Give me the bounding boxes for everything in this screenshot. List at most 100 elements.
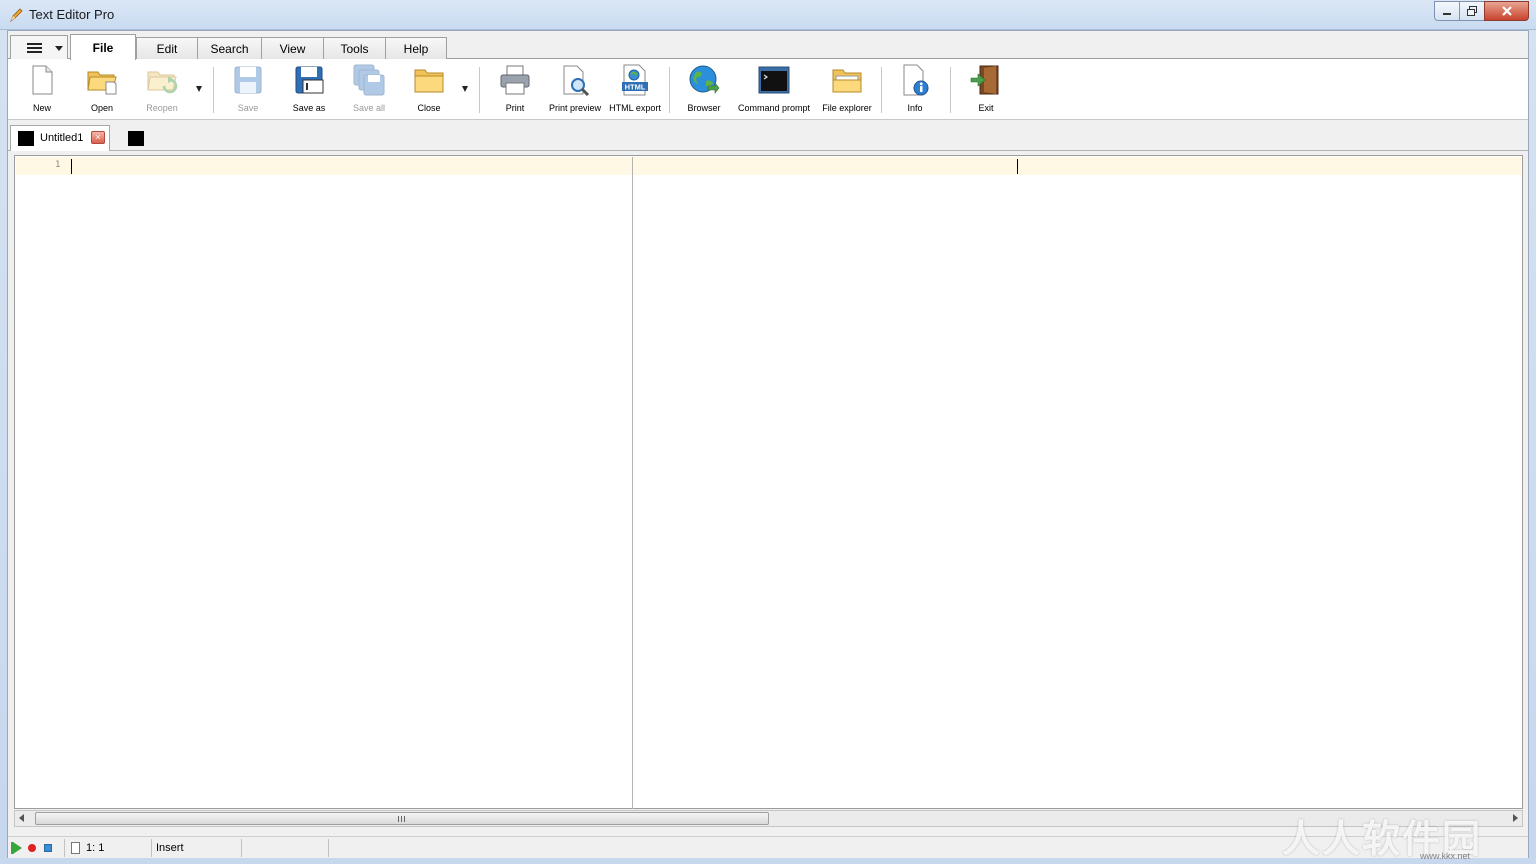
save-button[interactable]: Save (228, 64, 268, 118)
new-label: New (32, 103, 51, 113)
save-as-icon (295, 66, 324, 94)
print-preview-button[interactable]: Print preview (548, 64, 602, 118)
html-export-icon: HTML (622, 64, 648, 96)
exit-label: Exit (978, 103, 994, 113)
record-macro-icon[interactable] (28, 844, 36, 852)
save-all-icon (353, 64, 385, 96)
close-label: Close (417, 103, 441, 113)
maximize-button[interactable] (1459, 1, 1485, 21)
insert-mode[interactable]: Insert (156, 842, 184, 854)
restore-icon (1466, 6, 1477, 16)
stop-macro-icon[interactable] (44, 844, 52, 852)
minimize-icon (1443, 13, 1451, 15)
ribbon-toolbar: New Open Reopen Save Save as Save all Cl… (8, 59, 1528, 120)
tab-file[interactable]: File (70, 34, 136, 60)
file-explorer-label: File explorer (822, 103, 872, 113)
html-export-label: HTML export (609, 103, 661, 113)
status-separator (241, 839, 242, 857)
close-folder-icon (414, 69, 444, 93)
floppy-disk-icon (234, 66, 262, 94)
close-dropdown-arrow-icon[interactable] (462, 86, 468, 92)
terminal-icon (758, 66, 790, 94)
new-button[interactable]: New (22, 64, 62, 118)
toolbar-separator (881, 67, 882, 113)
save-all-label: Save all (352, 103, 386, 113)
tab-view[interactable]: View (261, 37, 324, 59)
scroll-left-icon[interactable] (19, 814, 24, 822)
document-icon (71, 842, 80, 854)
scrollbar-thumb[interactable] (35, 812, 769, 825)
main-window: File Edit Search View Tools Help New Ope… (7, 30, 1529, 858)
status-separator (64, 839, 65, 857)
new-file-icon (32, 65, 53, 95)
current-line-highlight (16, 157, 1521, 175)
save-as-label: Save as (292, 103, 326, 113)
command-prompt-label: Command prompt (737, 103, 811, 113)
line-number: 1 (55, 160, 61, 170)
file-explorer-folder-icon (832, 69, 862, 93)
reopen-folder-icon (147, 71, 178, 94)
save-label: Save (237, 103, 259, 113)
window-title: Text Editor Pro (29, 7, 115, 22)
open-label: Open (90, 103, 114, 113)
hamburger-icon (27, 43, 42, 53)
globe-icon (689, 65, 720, 94)
status-separator (151, 839, 152, 857)
split-view-divider[interactable] (632, 157, 633, 809)
print-preview-label: Print preview (548, 103, 602, 113)
title-bar: Text Editor Pro (0, 0, 1536, 30)
tab-search[interactable]: Search (197, 37, 262, 59)
ribbon-tab-row: File Edit Search View Tools Help (8, 31, 1528, 60)
document-tab-untitled1[interactable]: Untitled1 × (10, 125, 110, 151)
html-export-button[interactable]: HTML HTML export (608, 64, 662, 118)
minimize-button[interactable] (1434, 1, 1460, 21)
close-window-button[interactable] (1484, 1, 1529, 21)
reopen-button[interactable]: Reopen (142, 64, 182, 118)
cursor-position: 1: 1 (86, 842, 105, 854)
open-button[interactable]: Open (82, 64, 122, 118)
reopen-dropdown-arrow-icon[interactable] (196, 86, 202, 92)
info-icon (903, 64, 929, 96)
print-button[interactable]: Print (495, 64, 535, 118)
watermark-url: www.kkx.net (1420, 851, 1471, 861)
toolbar-separator (950, 67, 951, 113)
print-label: Print (505, 103, 525, 113)
tab-tools[interactable]: Tools (323, 37, 386, 59)
tab-edit[interactable]: Edit (136, 37, 198, 59)
text-cursor (71, 159, 72, 174)
save-all-button[interactable]: Save all (349, 64, 389, 118)
open-folder-icon (87, 71, 117, 95)
exit-button[interactable]: Exit (966, 64, 1006, 118)
grip-icon (398, 816, 405, 822)
play-macro-icon[interactable] (13, 842, 22, 854)
window-controls (1434, 1, 1529, 21)
scroll-right-icon[interactable] (1513, 814, 1518, 822)
toolbar-separator (213, 67, 214, 113)
print-preview-icon (563, 65, 590, 96)
tab-help[interactable]: Help (385, 37, 447, 59)
application-menu-button[interactable] (10, 35, 68, 59)
secondary-text-cursor (1017, 159, 1018, 174)
close-tab-icon[interactable]: × (91, 131, 105, 144)
command-prompt-button[interactable]: Command prompt (737, 64, 811, 118)
document-color-icon (18, 131, 34, 146)
close-button[interactable]: Close (409, 64, 449, 118)
close-icon (1501, 5, 1512, 16)
status-separator (328, 839, 329, 857)
text-editor-area[interactable]: 1 (14, 155, 1523, 809)
browser-button[interactable]: Browser (684, 64, 724, 118)
reopen-label: Reopen (146, 103, 178, 113)
document-tab-label: Untitled1 (40, 132, 84, 144)
html-badge: HTML (625, 83, 646, 92)
pencil-app-icon (10, 8, 23, 23)
toolbar-separator (479, 67, 480, 113)
info-label: Info (907, 103, 923, 113)
printer-icon (500, 65, 530, 95)
new-tab-icon[interactable] (128, 131, 144, 146)
exit-door-icon (970, 65, 999, 95)
browser-label: Browser (687, 103, 721, 113)
info-button[interactable]: Info (895, 64, 935, 118)
document-tab-bar: Untitled1 × (8, 121, 1528, 151)
file-explorer-button[interactable]: File explorer (816, 64, 878, 118)
save-as-button[interactable]: Save as (289, 64, 329, 118)
